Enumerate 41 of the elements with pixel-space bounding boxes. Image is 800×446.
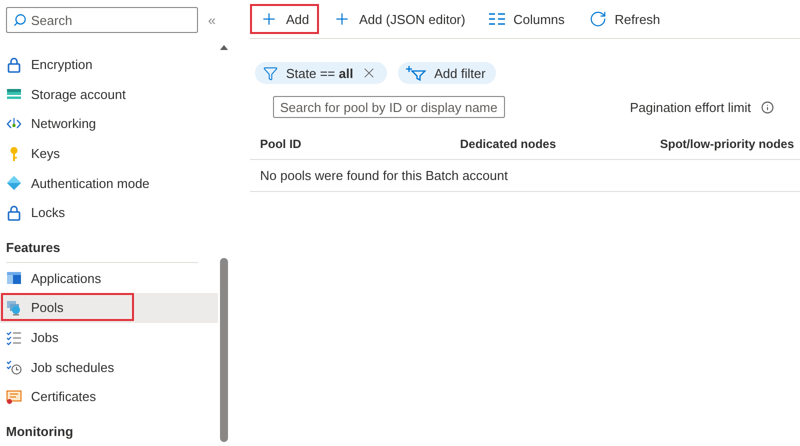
computers-icon <box>6 300 22 316</box>
sidebar-item[interactable]: Certificates <box>0 382 218 412</box>
pagination-label: Pagination effort limit <box>630 100 751 114</box>
certificate-icon <box>6 388 22 405</box>
sidebar-item[interactable]: Locks <box>0 198 218 228</box>
sidebar-item[interactable]: Encryption <box>0 50 218 80</box>
sidebar-item[interactable]: Networking <box>0 109 218 139</box>
sidebar-search-field[interactable]: Search <box>6 7 198 33</box>
diamond-icon <box>6 175 22 192</box>
sidebar-item[interactable]: Job schedules <box>0 352 218 382</box>
toolbar-button[interactable]: Add <box>250 4 320 34</box>
lock-icon <box>6 204 22 221</box>
toolbar-button[interactable]: Add (JSON editor) <box>323 4 476 34</box>
section-heading: Monitoring <box>5 422 74 441</box>
sidebar-item[interactable]: Storage account <box>0 80 218 110</box>
column-header[interactable]: Dedicated nodes <box>460 136 660 150</box>
column-header[interactable]: Spot/low-priority nodes <box>660 136 800 150</box>
empty-message: No pools were found for this Batch account <box>260 168 508 183</box>
collapse-button[interactable]: « <box>208 12 216 28</box>
sidebar-item[interactable]: Applications <box>0 264 218 294</box>
column-header[interactable]: Pool ID <box>260 136 460 150</box>
add-filter-icon <box>406 65 426 81</box>
section-heading: Features <box>5 238 62 257</box>
schedule-icon <box>6 359 22 376</box>
info-icon[interactable] <box>761 100 774 114</box>
filter-chip[interactable]: Add filter <box>398 62 496 84</box>
search-icon <box>13 13 27 27</box>
pool-search-field[interactable]: Search for pool by ID or display name <box>273 96 505 118</box>
toolbar-button[interactable]: Refresh <box>578 4 670 34</box>
columns-icon <box>489 13 506 25</box>
window-icon <box>6 270 22 286</box>
refresh-icon <box>588 10 607 28</box>
checklist-icon <box>6 330 22 346</box>
sidebar-item[interactable]: Jobs <box>0 322 218 352</box>
sidebar-item[interactable]: Authentication mode <box>0 168 218 198</box>
toolbar-button[interactable]: Columns <box>479 4 575 34</box>
lock-icon <box>6 56 22 73</box>
sidebar-item[interactable]: Keys <box>0 138 218 168</box>
filter-icon <box>263 66 278 80</box>
sidebar-item[interactable]: Pools <box>0 293 218 323</box>
filter-chip[interactable]: State == all <box>255 62 388 84</box>
